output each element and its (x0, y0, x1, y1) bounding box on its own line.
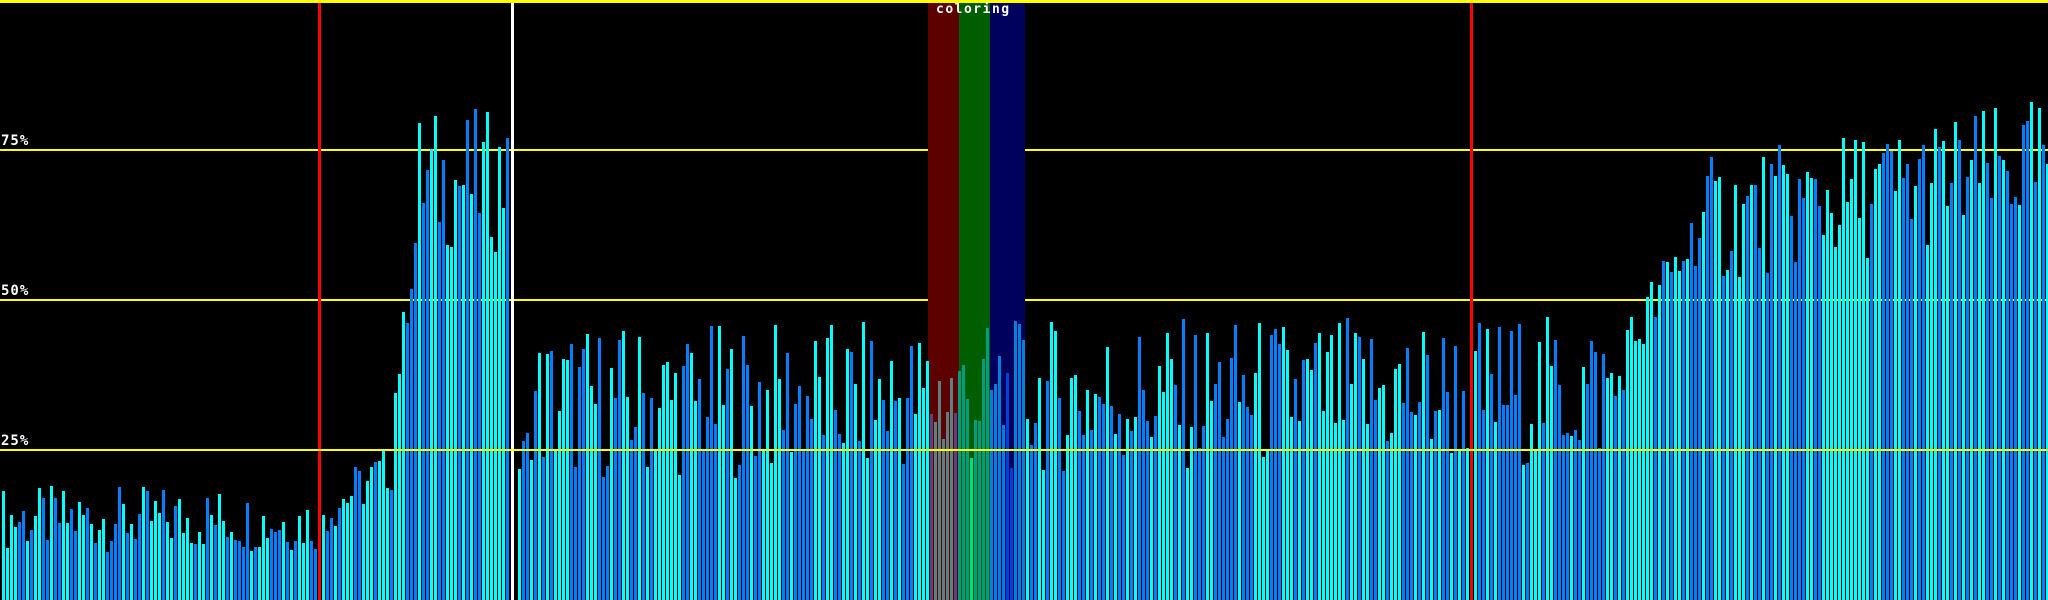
axis-label-75: 75% (1, 133, 30, 149)
axis-label-50: 50% (1, 283, 30, 299)
axis-label-25: 25% (1, 433, 30, 449)
level-graph: coloring 75% 50% 25% (0, 0, 2048, 600)
text-layer: coloring 75% 50% 25% (0, 0, 2048, 600)
coloring-label: coloring (936, 2, 1011, 17)
